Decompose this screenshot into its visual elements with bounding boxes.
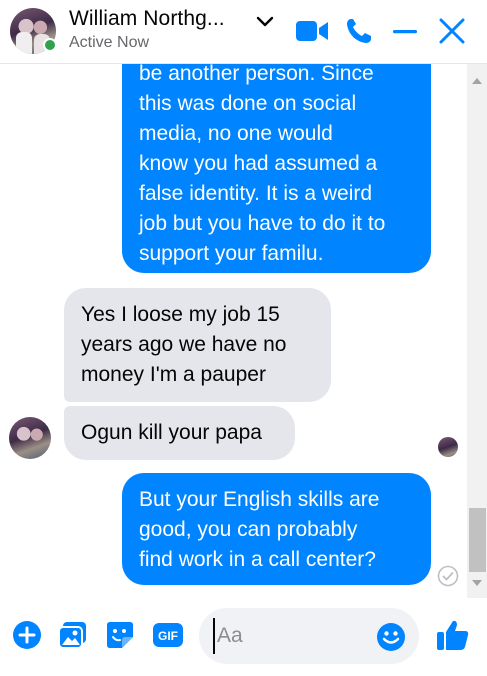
- gif-icon[interactable]: GIF: [152, 620, 184, 650]
- message-list: be another person. Since this was done o…: [0, 64, 487, 598]
- message-bubble-received[interactable]: Yes I loose my job 15 years ago we have …: [64, 288, 331, 402]
- message-composer: GIF: [0, 598, 487, 676]
- chevron-down-icon[interactable]: [255, 14, 275, 30]
- online-status-dot: [43, 38, 57, 52]
- message-line: money I'm a pauper: [81, 363, 266, 386]
- scroll-down-arrow-icon[interactable]: [470, 578, 484, 588]
- message-line: know you had assumed a: [139, 152, 378, 175]
- photo-icon[interactable]: [58, 620, 88, 650]
- contact-status: Active Now: [69, 34, 150, 51]
- contact-name[interactable]: William Northg...: [69, 7, 225, 31]
- message-line: support your familu.: [139, 242, 324, 265]
- delivered-check-icon: [437, 565, 459, 587]
- gif-label: GIF: [158, 629, 178, 643]
- message-input[interactable]: [213, 618, 363, 654]
- phone-icon[interactable]: [345, 16, 373, 46]
- message-line: this was done on social: [139, 92, 357, 115]
- close-icon[interactable]: [438, 16, 466, 46]
- message-line: false identity. It is a weird: [139, 182, 373, 205]
- contact-title[interactable]: William Northg... Active Now: [69, 7, 225, 52]
- message-bubble-sent[interactable]: But your English skills are good, you ca…: [122, 473, 431, 585]
- message-line: But your English skills are: [139, 488, 380, 511]
- sender-avatar[interactable]: [9, 417, 51, 459]
- scroll-up-arrow-icon[interactable]: [470, 76, 484, 86]
- scrollbar-thumb[interactable]: [469, 508, 486, 572]
- message-bubble-received[interactable]: Ogun kill your papa: [64, 406, 295, 460]
- sticker-icon[interactable]: [105, 620, 135, 650]
- message-line: good, you can probably: [139, 518, 358, 541]
- seen-indicator-avatar: [438, 437, 458, 457]
- message-line: Ogun kill your papa: [81, 421, 262, 444]
- message-input-container[interactable]: [199, 608, 419, 664]
- like-icon[interactable]: [436, 618, 470, 652]
- message-line: Yes I loose my job 15: [81, 303, 280, 326]
- emoji-icon[interactable]: [376, 622, 406, 652]
- message-line: job but you have to do it to: [139, 212, 386, 235]
- message-line: find work in a call center?: [139, 548, 376, 571]
- message-line: years ago we have no: [81, 333, 287, 356]
- message-line: media, no one would: [139, 122, 333, 145]
- message-line: be another person. Since: [139, 64, 374, 85]
- plus-icon[interactable]: [12, 620, 42, 650]
- message-bubble-sent[interactable]: be another person. Since this was done o…: [122, 64, 431, 273]
- chat-header: William Northg... Active Now: [0, 0, 487, 64]
- video-call-icon[interactable]: [296, 16, 330, 46]
- minimize-icon[interactable]: [392, 16, 418, 46]
